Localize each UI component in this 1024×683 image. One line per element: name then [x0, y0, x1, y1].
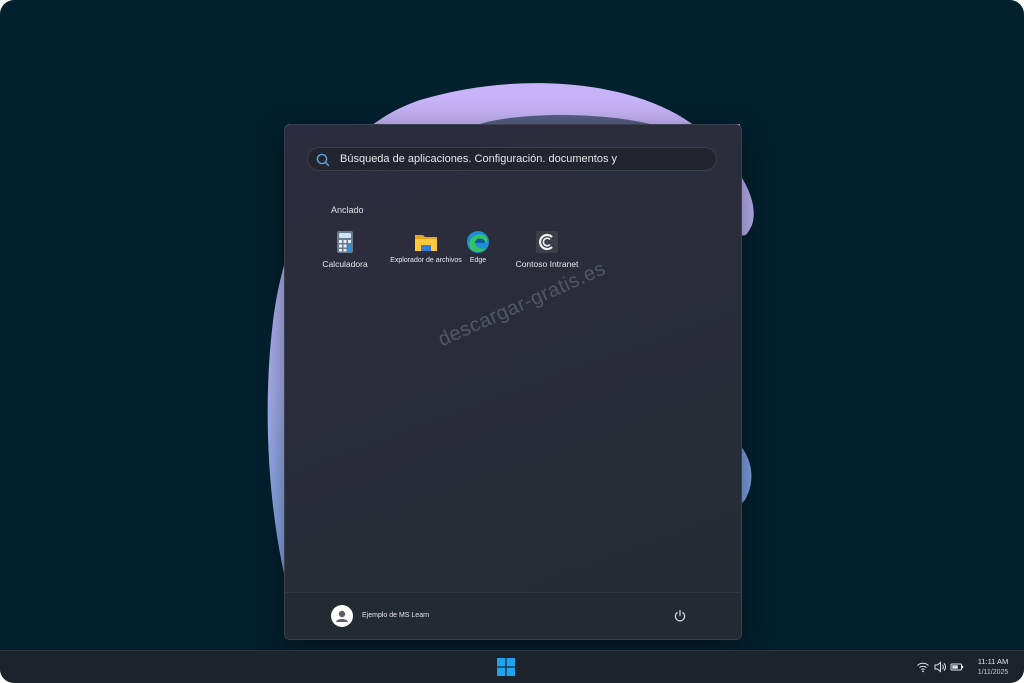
search-icon: [316, 153, 330, 167]
start-menu-footer: Ejemplo de MS Learn: [285, 592, 741, 639]
pinned-app-file-explorer[interactable]: Explorador de archivos: [385, 229, 467, 264]
app-label: Edge: [469, 257, 487, 264]
battery-icon[interactable]: [950, 660, 964, 674]
app-label: Explorador de archivos: [390, 257, 462, 264]
pinned-app-edge[interactable]: Edge: [461, 229, 495, 264]
contoso-icon: [536, 231, 558, 253]
wifi-icon[interactable]: [916, 660, 930, 674]
pinned-app-calculator[interactable]: Calculadora: [319, 229, 371, 269]
app-label: Calculadora: [322, 259, 368, 269]
calculator-icon: [337, 231, 353, 253]
avatar[interactable]: [331, 605, 353, 627]
pinned-app-contoso-intranet[interactable]: Contoso Intranet: [511, 229, 583, 269]
pinned-section-title: Anclado: [331, 205, 364, 215]
app-label: Contoso Intranet: [515, 259, 579, 269]
user-icon: [336, 610, 348, 622]
desktop: Búsqueda de aplicaciones. Configuración.…: [0, 0, 1024, 683]
volume-icon[interactable]: [933, 660, 947, 674]
taskbar-clock[interactable]: 11:11 AM 1/11/2025: [968, 656, 1018, 678]
search-placeholder: Búsqueda de aplicaciones. Configuración.…: [340, 153, 618, 165]
power-icon[interactable]: [673, 609, 687, 623]
search-input[interactable]: Búsqueda de aplicaciones. Configuración.…: [307, 147, 717, 171]
user-name[interactable]: Ejemplo de MS Learn: [362, 612, 429, 619]
folder-icon: [415, 235, 437, 251]
clock-time: 11:11 AM: [977, 657, 1009, 666]
windows-start-button[interactable]: [497, 658, 515, 676]
watermark-text: descargar-gratis.es: [435, 257, 610, 352]
start-menu: Búsqueda de aplicaciones. Configuración.…: [284, 124, 742, 640]
edge-icon: [467, 231, 489, 253]
taskbar: 11:11 AM 1/11/2025: [0, 650, 1024, 683]
clock-date: 1/11/2025: [977, 669, 1009, 676]
